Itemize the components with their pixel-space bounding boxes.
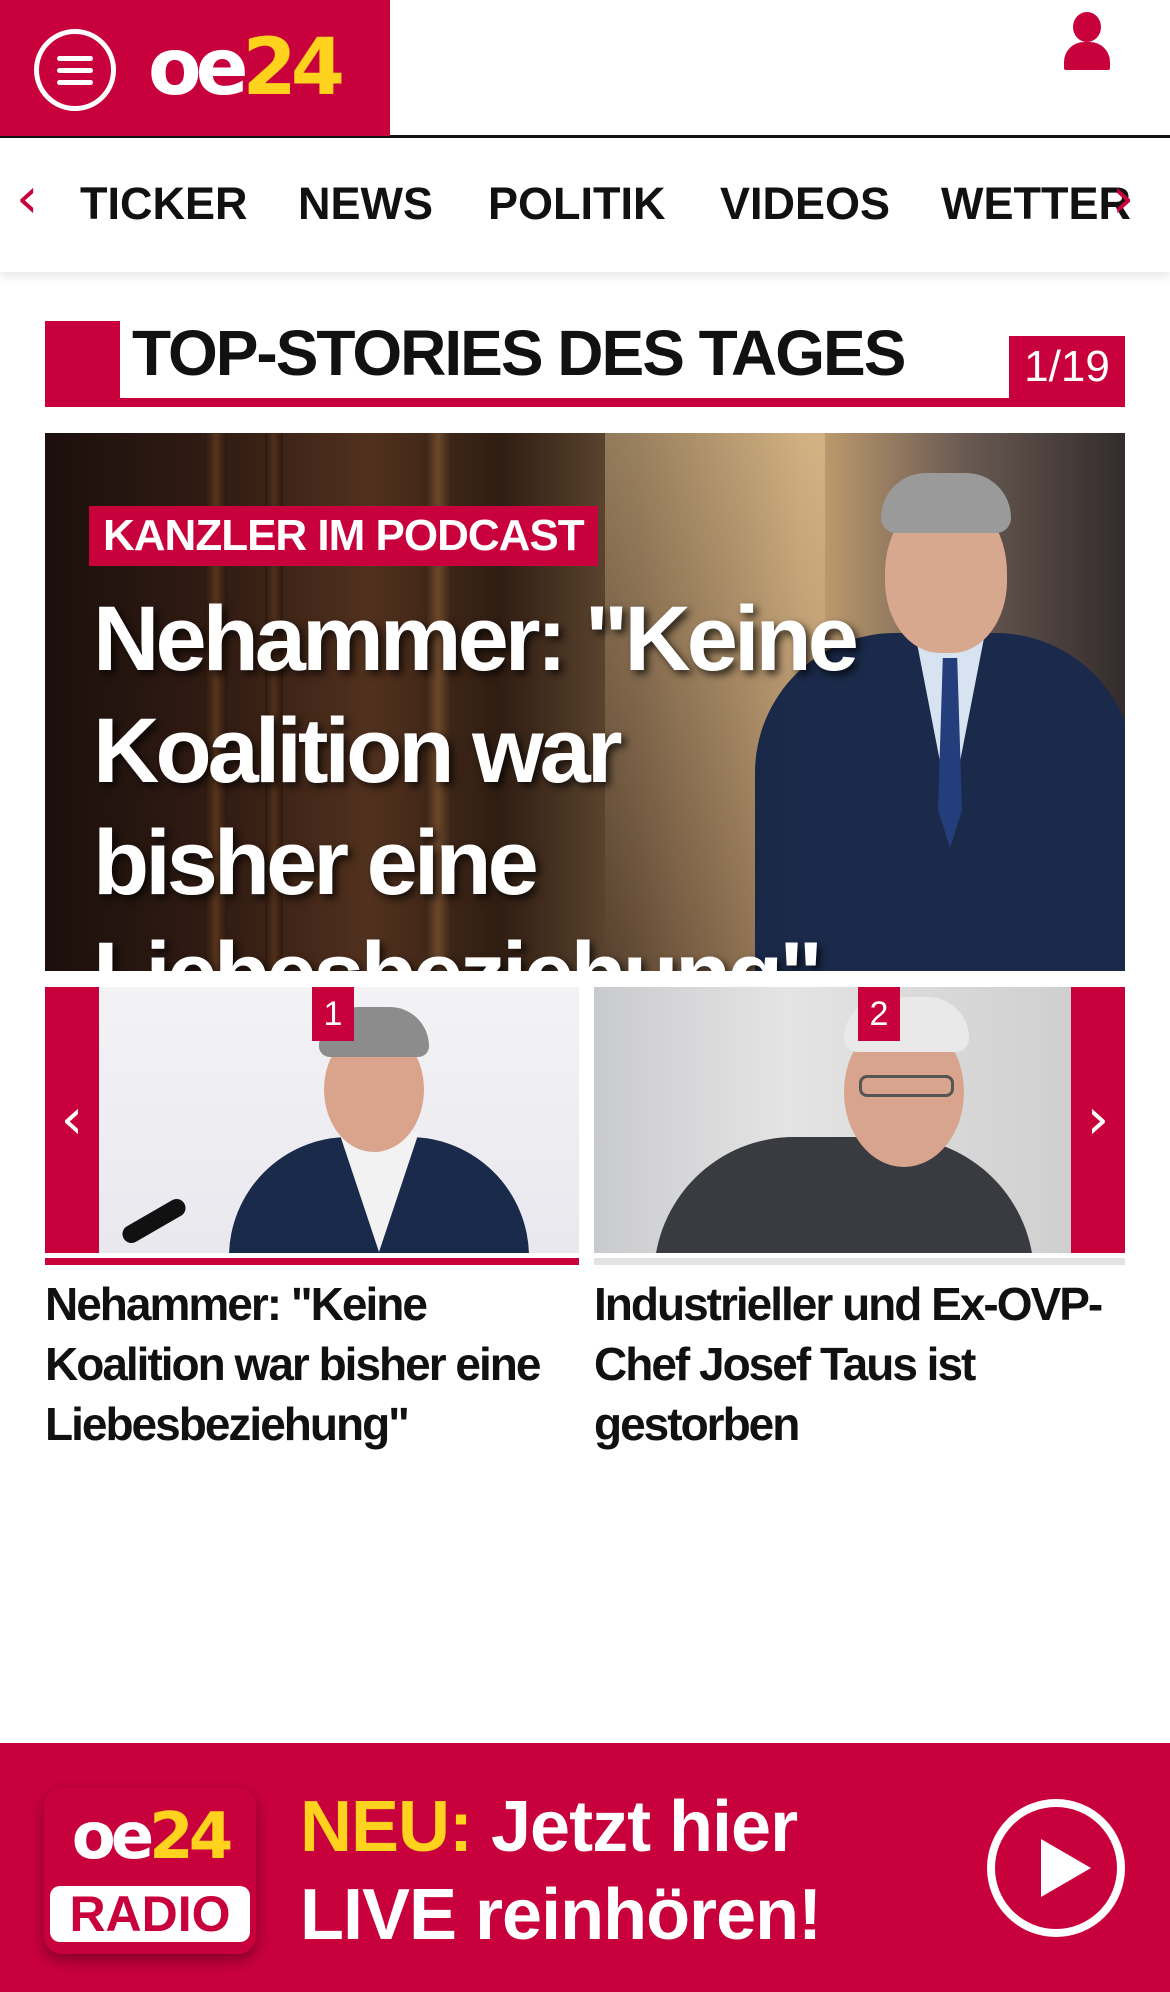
- brand-bar: oe24: [0, 0, 390, 136]
- play-icon[interactable]: [987, 1799, 1125, 1937]
- radio-promo-text: NEU: Jetzt hier LIVE reinhören!: [300, 1783, 822, 1959]
- slide-counter: 1/19: [1009, 336, 1125, 398]
- nav-item-wetter[interactable]: WETTER: [941, 179, 1131, 229]
- radio-logo: oe24 RADIO: [44, 1788, 256, 1954]
- nav-item-videos[interactable]: VIDEOS: [720, 179, 890, 229]
- nav-item-politik[interactable]: POLITIK: [488, 179, 666, 229]
- category-nav: ‹ TICKER NEWS POLITIK VIDEOS WETTER ›: [0, 139, 1170, 272]
- section-marker: [45, 321, 120, 407]
- site-header: oe24: [0, 0, 1170, 138]
- section-title: TOP-STORIES DES TAGES: [132, 317, 906, 389]
- nav-item-ticker[interactable]: TICKER: [80, 179, 248, 229]
- story-card-1-active-bar: [45, 1258, 579, 1265]
- carousel-next-arrow-icon[interactable]: ›: [1071, 987, 1125, 1253]
- radio-promo-line2: LIVE reinhören!: [300, 1875, 822, 1955]
- story-card-1-title[interactable]: Nehammer: "Keine Koalition war bisher ei…: [45, 1274, 579, 1454]
- nav-next-arrow-icon[interactable]: ›: [1112, 169, 1134, 229]
- story-card-2-image[interactable]: [594, 987, 1071, 1253]
- hamburger-menu-icon[interactable]: [34, 29, 116, 111]
- radio-banner[interactable]: oe24 RADIO NEU: Jetzt hier LIVE reinhöre…: [0, 1743, 1170, 1992]
- radio-promo-highlight: NEU:: [300, 1787, 473, 1867]
- radio-promo-line1: Jetzt hier: [472, 1787, 798, 1867]
- hero-story[interactable]: KANZLER IM PODCAST Nehammer: "Keine Koal…: [45, 433, 1125, 971]
- hero-kicker: KANZLER IM PODCAST: [89, 506, 598, 566]
- nav-prev-arrow-icon[interactable]: ‹: [16, 169, 38, 229]
- site-logo[interactable]: oe24: [148, 26, 345, 110]
- nav-item-news[interactable]: NEWS: [298, 179, 433, 229]
- section-underline: [45, 398, 1125, 407]
- story-card-2-bar: [594, 1258, 1125, 1265]
- radio-logo-label: RADIO: [50, 1886, 250, 1942]
- hero-headline[interactable]: Nehammer: "Keine Koalition war bisher ei…: [93, 583, 873, 971]
- story-card-1-badge: 1: [312, 987, 354, 1041]
- story-card-2-badge: 2: [858, 987, 900, 1041]
- carousel-prev-arrow-icon[interactable]: ‹: [45, 987, 99, 1253]
- story-card-2-title[interactable]: Industrieller und Ex-OVP-Chef Josef Taus…: [594, 1274, 1114, 1454]
- user-icon[interactable]: [1060, 12, 1114, 72]
